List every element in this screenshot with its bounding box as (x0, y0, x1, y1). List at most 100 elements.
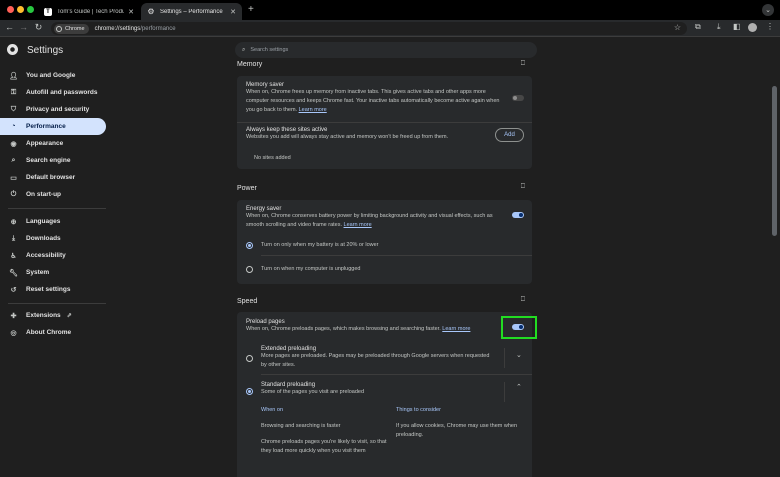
kebab-menu-icon[interactable]: ⋮ (766, 22, 774, 31)
scrollbar[interactable] (772, 86, 777, 236)
address-bar[interactable]: Chrome chrome://settings/performance ☆ (51, 22, 687, 35)
person-icon: 👤︎ (9, 72, 18, 80)
side-panel-icon[interactable]: ◧ (733, 22, 741, 31)
no-sites-text: No sites added (254, 155, 291, 161)
main-panel: Memory ⎕ Memory saver When on, Chrome fr… (229, 58, 532, 477)
chevron-down-icon[interactable]: ⌄ (516, 351, 522, 359)
feedback-icon[interactable]: ⎕ (521, 60, 525, 68)
sidebar-item-label: Extensions (26, 312, 61, 319)
close-tab-icon[interactable]: ✕ (128, 8, 134, 16)
feedback-icon[interactable]: ⎕ (521, 296, 525, 304)
new-tab-button[interactable]: + (248, 4, 254, 15)
url-text[interactable]: chrome://settings/performance (95, 26, 176, 32)
history-icon: ↺ (10, 286, 17, 294)
sidebar-item-label: Appearance (26, 140, 64, 147)
preload-desc: When on, Chrome preloads pages, which ma… (246, 326, 471, 332)
sidebar-item-accessibility[interactable]: ♿︎ Accessibility (0, 247, 106, 264)
extended-preloading-radio[interactable] (246, 355, 253, 362)
close-tab-icon[interactable]: ✕ (230, 8, 236, 16)
sidebar-item-label: System (26, 269, 50, 276)
globe-icon: ⊕ (10, 218, 17, 226)
standard-preloading-radio[interactable] (246, 388, 253, 395)
sidebar-item-languages[interactable]: ⊕ Languages (0, 213, 106, 230)
sidebar-item-downloads[interactable]: ⤓ Downloads (0, 230, 106, 247)
sidebar-item-autofill[interactable]: ⚿ Autofill and passwords (0, 84, 106, 101)
profile-avatar[interactable] (748, 23, 757, 32)
learn-more-link[interactable]: Learn more (299, 107, 327, 113)
learn-more-link[interactable]: Learn more (344, 222, 372, 228)
memory-saver-desc: When on, Chrome frees up memory from ina… (246, 89, 500, 113)
sidebar-item-you-and-google[interactable]: 👤︎ You and Google (0, 67, 106, 84)
sidebar-item-label: Autofill and passwords (26, 89, 98, 96)
search-placeholder: Search settings (250, 47, 289, 53)
sidebar-item-label: Default browser (26, 174, 76, 181)
divider (504, 382, 505, 402)
extended-preloading-desc: More pages are preloaded. Pages may be p… (261, 353, 490, 368)
when-on-point-2: Chrome preloads pages you're likely to v… (261, 439, 387, 454)
standard-preloading-desc: Some of the pages you visit are preloade… (261, 389, 365, 395)
tab-strip: T Tom's Guide | Tech Product R ✕ ⚙ Setti… (0, 0, 780, 20)
sidebar-item-label: Languages (26, 218, 61, 225)
forward-arrow-icon[interactable]: → (18, 22, 29, 32)
sidebar-item-performance[interactable]: ◔ Performance (0, 118, 106, 135)
back-arrow-icon[interactable]: ← (4, 22, 15, 32)
url-host: chrome://settings (94, 25, 141, 32)
close-window-button[interactable] (7, 6, 14, 13)
chevron-up-icon[interactable]: ⌃ (516, 383, 522, 391)
extensions-puzzle-icon[interactable]: ⧉ (695, 22, 701, 32)
reload-icon[interactable]: ↻ (33, 22, 44, 33)
sidebar-item-privacy[interactable]: ⛉ Privacy and security (0, 101, 106, 118)
site-info-chip[interactable]: Chrome (54, 23, 89, 34)
unplugged-label: Turn on when my computer is unplugged (261, 266, 361, 272)
sidebar-item-extensions[interactable]: ✚ Extensions ⇗ (0, 307, 106, 324)
puzzle-icon: ✚ (10, 312, 17, 320)
things-to-consider-heading: Things to consider (396, 407, 441, 413)
bookmark-star-icon[interactable]: ☆ (674, 23, 681, 32)
speed-card: Preload pages When on, Chrome preloads p… (237, 312, 532, 477)
search-input[interactable]: ⌕ Search settings (235, 42, 537, 58)
sidebar-item-label: About Chrome (26, 329, 72, 336)
sidebar-item-label: Privacy and security (26, 106, 90, 113)
search-icon: ⌕ (242, 46, 246, 53)
sidebar-item-label: You and Google (26, 72, 76, 79)
toms-guide-favicon: T (44, 7, 52, 16)
add-site-button[interactable]: Add (495, 128, 524, 142)
tab-search-button[interactable]: ⌄ (762, 4, 774, 16)
energy-saver-desc: When on, Chrome conserves battery power … (246, 213, 493, 228)
energy-saver-toggle[interactable] (512, 212, 524, 218)
sidebar-item-label: Search engine (26, 157, 71, 164)
speedometer-icon: ◔ (11, 123, 16, 130)
sidebar-item-search-engine[interactable]: ⌕ Search engine (0, 152, 106, 169)
sidebar-item-label: Reset settings (26, 286, 71, 293)
divider (261, 374, 532, 375)
sidebar-item-reset[interactable]: ↺ Reset settings (0, 281, 106, 298)
when-on-heading: When on (261, 407, 284, 413)
divider (504, 348, 505, 368)
sidebar-item-label: Performance (26, 123, 66, 130)
sidebar-item-default-browser[interactable]: ▭ Default browser (0, 169, 106, 186)
memory-saver-toggle[interactable] (512, 95, 524, 101)
power-card: Energy saver When on, Chrome conserves b… (237, 200, 532, 284)
key-icon: ⚿ (10, 88, 17, 96)
tab-settings[interactable]: ⚙ Settings – Performance ✕ (141, 3, 242, 20)
sidebar-item-system[interactable]: 🔧︎ System (0, 264, 106, 281)
maximize-window-button[interactable] (27, 6, 34, 13)
url-path: /performance (140, 25, 176, 32)
section-heading-memory: Memory (237, 61, 263, 68)
settings-logo-icon (7, 44, 18, 55)
when-on-point-1: Browsing and searching is faster (261, 423, 341, 429)
accessibility-icon: ♿︎ (10, 252, 17, 260)
unplugged-radio[interactable] (246, 266, 253, 273)
sidebar-item-about[interactable]: ◎ About Chrome (0, 324, 106, 341)
download-icon[interactable]: ⤓ (717, 22, 721, 32)
download-icon: ⤓ (11, 234, 16, 242)
sidebar-item-on-startup[interactable]: ⏻ On start-up (0, 186, 106, 203)
sidebar-item-appearance[interactable]: ◉ Appearance (0, 135, 106, 152)
battery-20-radio[interactable] (246, 242, 253, 249)
chip-label: Chrome (65, 25, 85, 32)
learn-more-link[interactable]: Learn more (442, 326, 470, 332)
tab-toms-guide[interactable]: T Tom's Guide | Tech Product R ✕ (38, 3, 140, 20)
toolbar: ← → ↻ Chrome chrome://settings/performan… (0, 20, 780, 37)
feedback-icon[interactable]: ⎕ (521, 183, 525, 191)
minimize-window-button[interactable] (17, 6, 24, 13)
